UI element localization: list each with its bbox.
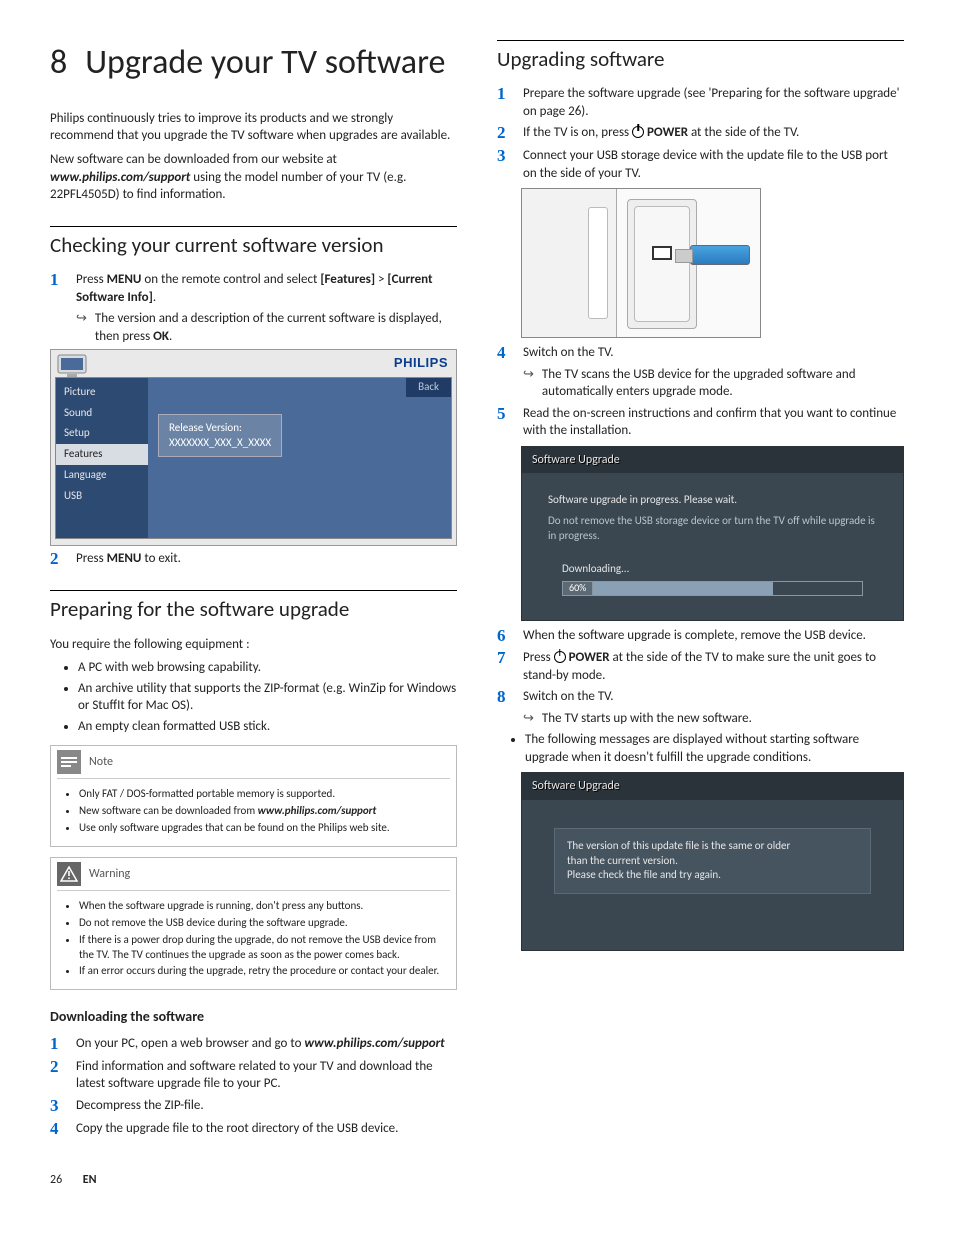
section-downloading: Downloading the software bbox=[50, 1008, 457, 1027]
step-number: 2 bbox=[50, 550, 64, 569]
tv-menu-screenshot: PHILIPS Picture Sound Setup Features Lan… bbox=[50, 349, 457, 546]
tv-menu-sidebar: Picture Sound Setup Features Language US… bbox=[56, 378, 148, 538]
section-check-version: Checking your current software version bbox=[50, 226, 457, 259]
downloading-label: Downloading... bbox=[562, 562, 863, 577]
tv-icon bbox=[57, 354, 91, 378]
section-upgrading: Upgrading software bbox=[497, 40, 904, 73]
release-version-tooltip: Release Version: XXXXXXX_XXX_X_XXXX bbox=[158, 414, 282, 458]
sw-panel-title: Software Upgrade bbox=[522, 773, 903, 799]
usb-connection-diagram bbox=[521, 188, 761, 338]
warning-callout: Warning When the software upgrade is run… bbox=[50, 857, 457, 990]
upgrade-condition-bullet: The following messages are displayed wit… bbox=[525, 731, 904, 766]
progress-percent: 60% bbox=[563, 582, 593, 595]
warning-label: Warning bbox=[89, 866, 130, 882]
note-label: Note bbox=[89, 754, 113, 770]
chapter-title: 8 Upgrade your TV software bbox=[50, 40, 457, 86]
progress-bar: 60% bbox=[562, 581, 863, 596]
page-footer: 26 EN bbox=[50, 1172, 904, 1188]
software-upgrade-error-panel: Software Upgrade The version of this upd… bbox=[521, 772, 904, 950]
software-upgrade-progress-panel: Software Upgrade Software upgrade in pro… bbox=[521, 446, 904, 621]
menu-item-sound: Sound bbox=[56, 403, 148, 424]
support-url: www.philips.com/support bbox=[50, 170, 190, 185]
note-callout: Note Only FAT / DOS-formatted portable m… bbox=[50, 745, 457, 847]
warning-icon bbox=[57, 862, 81, 886]
menu-item-features: Features bbox=[56, 444, 148, 465]
section-preparing: Preparing for the software upgrade bbox=[50, 590, 457, 623]
prep-bullets: A PC with web browsing capability. An ar… bbox=[50, 659, 457, 735]
result-arrow: The version and a description of the cur… bbox=[76, 310, 457, 345]
sw-panel-title: Software Upgrade bbox=[522, 447, 903, 473]
menu-item-setup: Setup bbox=[56, 423, 148, 444]
intro-p1: Philips continuously tries to improve it… bbox=[50, 110, 457, 145]
page-language: EN bbox=[83, 1173, 97, 1187]
page-number: 26 bbox=[50, 1172, 80, 1188]
menu-item-language: Language bbox=[56, 465, 148, 486]
chapter-number: 8 bbox=[50, 40, 67, 86]
error-message: The version of this update file is the s… bbox=[554, 828, 871, 895]
intro-p2: New software can be downloaded from our … bbox=[50, 151, 457, 204]
chapter-title-text: Upgrade your TV software bbox=[85, 40, 445, 86]
menu-item-picture: Picture bbox=[56, 382, 148, 403]
tv-back-button: Back bbox=[406, 378, 451, 397]
power-icon bbox=[632, 126, 644, 138]
step-number: 1 bbox=[50, 271, 64, 290]
power-icon bbox=[554, 651, 566, 663]
philips-logo: PHILIPS bbox=[394, 355, 448, 370]
note-icon bbox=[57, 750, 81, 774]
prep-intro: You require the following equipment : bbox=[50, 636, 457, 654]
menu-item-usb: USB bbox=[56, 486, 148, 507]
